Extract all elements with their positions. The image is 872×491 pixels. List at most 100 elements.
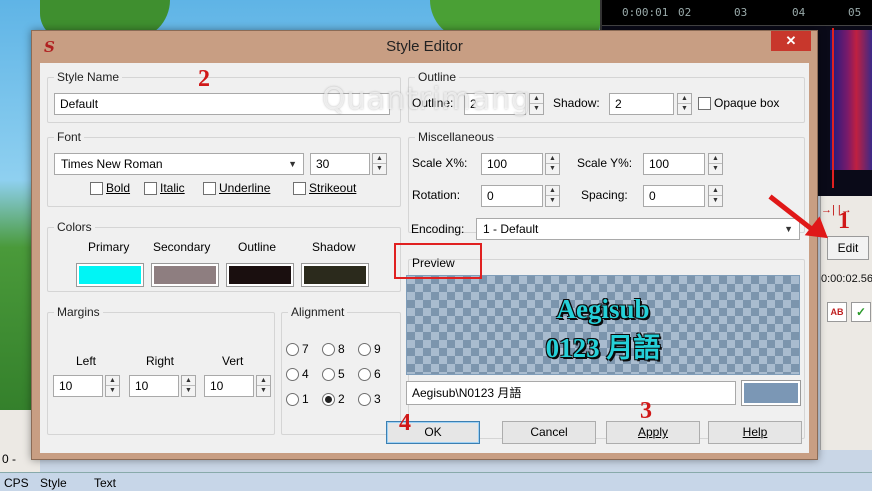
annotation-number-3: 3 [640, 398, 652, 424]
preview-canvas: Aegisub 0123 月語 [406, 275, 800, 375]
scale-x-input[interactable]: 100 [481, 153, 543, 175]
style-name-legend: Style Name [54, 70, 123, 84]
underline-checkbox[interactable] [203, 182, 216, 195]
alignment-label-3: 3 [374, 392, 381, 406]
bold-label: Bold [106, 181, 131, 195]
primary-color-swatch[interactable] [76, 263, 144, 287]
column-cps[interactable]: CPS [4, 476, 29, 490]
alignment-radio-1[interactable] [286, 393, 299, 406]
preview-text-input[interactable]: Aegisub\N0123 月語 [406, 381, 736, 405]
watermark-logo: Quantrimang [322, 82, 532, 117]
encoding-label: Encoding: [411, 222, 465, 236]
margin-left-spinner[interactable]: ▲ ▼ [105, 375, 120, 397]
alignment-radio-6[interactable] [358, 368, 371, 381]
margin-left-label: Left [76, 354, 97, 368]
scale-x-spinner[interactable]: ▲ ▼ [545, 153, 560, 175]
misc-legend: Miscellaneous [415, 130, 498, 144]
audio-tick: 0:00:01 [622, 6, 669, 19]
title-bar[interactable]: S Style Editor ✕ [32, 31, 817, 63]
annotation-number-1: 1 [838, 208, 850, 234]
scale-y-label: Scale Y%: [577, 156, 633, 170]
spacing-spinner[interactable]: ▲ ▼ [708, 185, 723, 207]
margin-right-input[interactable]: 10 [129, 375, 179, 397]
audio-tick: 02 [678, 6, 692, 19]
alignment-label-7: 7 [302, 342, 309, 356]
scale-y-input[interactable]: 100 [643, 153, 705, 175]
scale-x-label: Scale X%: [412, 156, 468, 170]
alignment-radio-8[interactable] [322, 343, 335, 356]
audio-marker [832, 28, 834, 188]
alignment-label-6: 6 [374, 367, 381, 381]
column-style[interactable]: Style [40, 476, 67, 490]
time-readout[interactable]: 0:00:02.56 [821, 273, 872, 285]
audio-ruler: 0:00:01 02 03 04 05 [602, 0, 872, 26]
spacing-label: Spacing: [581, 188, 628, 202]
scale-y-spinner[interactable]: ▲ ▼ [708, 153, 723, 175]
spacing-input[interactable]: 0 [643, 185, 705, 207]
alignment-radio-7[interactable] [286, 343, 299, 356]
font-family-select[interactable]: Times New Roman ▼ [54, 153, 304, 175]
shadow-depth-spinner[interactable]: ▲ ▼ [677, 93, 692, 115]
alignment-group: Alignment 7 8 9 4 5 6 1 2 3 [281, 305, 401, 435]
alignment-label-5: 5 [338, 367, 345, 381]
annotation-number-4: 4 [399, 410, 411, 436]
bold-checkbox[interactable] [90, 182, 103, 195]
ab-icon[interactable]: AB [827, 302, 847, 322]
rotation-spinner[interactable]: ▲ ▼ [545, 185, 560, 207]
audio-tick: 05 [848, 6, 862, 19]
apply-button[interactable]: Apply [606, 421, 700, 444]
underline-label: Underline [219, 181, 271, 195]
dialog-title: Style Editor [386, 38, 463, 55]
margins-group: Margins Left Right Vert 10 ▲ ▼ 10 ▲ ▼ 10 ▲… [47, 305, 275, 435]
italic-checkbox[interactable] [144, 182, 157, 195]
margin-vert-spinner[interactable]: ▲ ▼ [256, 375, 271, 397]
margin-left-input[interactable]: 10 [53, 375, 103, 397]
chevron-down-icon: ▼ [784, 224, 793, 234]
encoding-select[interactable]: 1 - Default ▼ [476, 218, 800, 240]
alignment-radio-2[interactable] [322, 393, 335, 406]
grid-header: CPS Style Text [0, 472, 872, 491]
annotation-number-2: 2 [198, 66, 210, 92]
font-legend: Font [54, 130, 85, 144]
help-button[interactable]: Help [708, 421, 802, 444]
column-text[interactable]: Text [94, 476, 116, 490]
alignment-radio-5[interactable] [322, 368, 335, 381]
alignment-label-8: 8 [338, 342, 345, 356]
secondary-color-swatch[interactable] [151, 263, 219, 287]
font-group: Font Times New Roman ▼ 30 ▲ ▼ Bold Italic… [47, 130, 401, 207]
alignment-label-1: 1 [302, 392, 309, 406]
chevron-down-icon: ▼ [288, 159, 297, 169]
opaque-box-label: Opaque box [714, 96, 780, 110]
strikeout-checkbox[interactable] [293, 182, 306, 195]
italic-label: Italic [160, 181, 185, 195]
alignment-radio-4[interactable] [286, 368, 299, 381]
close-button[interactable]: ✕ [771, 31, 811, 51]
strikeout-label: Strikeout [309, 181, 357, 195]
preview-background-color-button[interactable] [741, 380, 801, 406]
alignment-legend: Alignment [288, 305, 348, 319]
primary-color-label: Primary [88, 240, 130, 254]
opaque-box-checkbox[interactable] [698, 97, 711, 110]
font-size-input[interactable]: 30 [310, 153, 370, 175]
alignment-radio-3[interactable] [358, 393, 371, 406]
margin-right-spinner[interactable]: ▲ ▼ [181, 375, 196, 397]
margin-vert-input[interactable]: 10 [204, 375, 254, 397]
outline-color-swatch[interactable] [226, 263, 294, 287]
rotation-input[interactable]: 0 [481, 185, 543, 207]
shadow-depth-input[interactable]: 2 [609, 93, 674, 115]
cancel-button[interactable]: Cancel [502, 421, 596, 444]
alignment-label-4: 4 [302, 367, 309, 381]
outline-width-spinner[interactable]: ▲ ▼ [529, 93, 544, 115]
shadow-depth-label: Shadow: [553, 96, 600, 110]
shadow-color-label: Shadow [312, 240, 356, 254]
font-size-spinner[interactable]: ▲ ▼ [372, 153, 387, 175]
font-family-value: Times New Roman [61, 157, 163, 171]
preview-line-2: 0123 月語 [545, 333, 661, 363]
margin-right-label: Right [146, 354, 175, 368]
alignment-label-2: 2 [338, 392, 345, 406]
audio-tick: 03 [734, 6, 748, 19]
edit-button[interactable]: Edit [827, 236, 869, 260]
shadow-color-swatch[interactable] [301, 263, 369, 287]
alignment-radio-9[interactable] [358, 343, 371, 356]
commit-check-icon[interactable]: ✓ [851, 302, 871, 322]
